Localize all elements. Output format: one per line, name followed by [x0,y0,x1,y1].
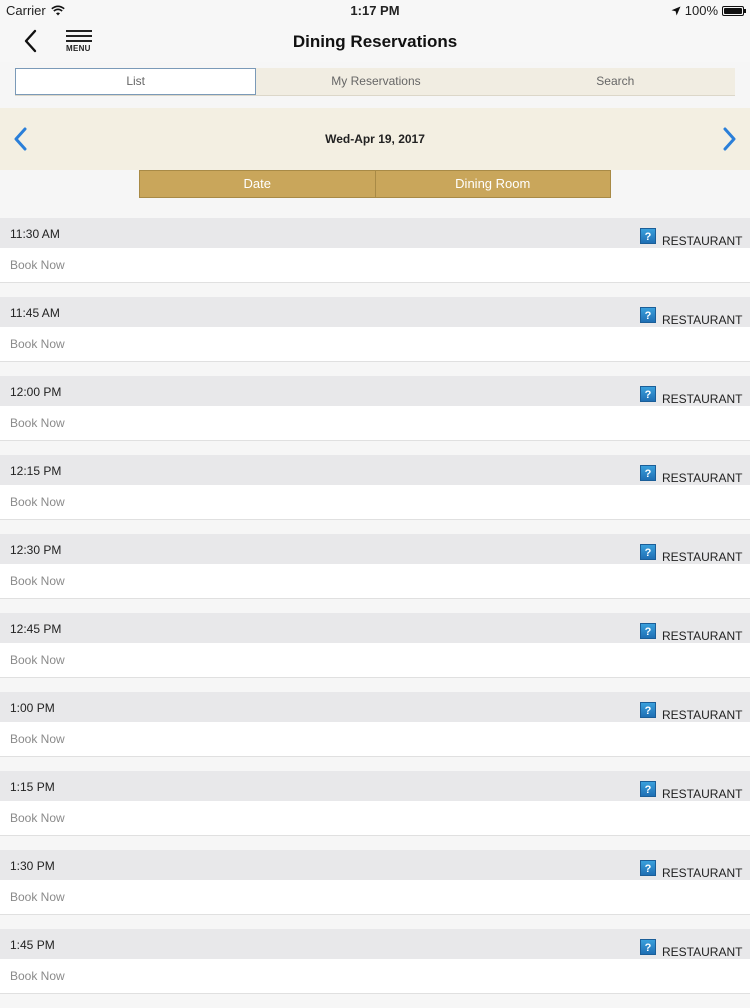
slot-dining-room: RESTAURANT [662,313,743,327]
reservation-slot: 1:45 PM ? RESTAURANT Book Now [0,929,750,1008]
slot-time: 11:45 AM [10,306,60,320]
page-title: Dining Reservations [292,32,458,51]
slot-body: Book Now [0,327,750,362]
slot-body: Book Now [0,564,750,599]
slot-body: Book Now [0,959,750,994]
reservation-slot: 1:00 PM ? RESTAURANT Book Now [0,692,750,771]
slot-header: 11:30 AM ? RESTAURANT [0,218,750,248]
battery-fill [724,7,742,14]
reservation-slot: 12:45 PM ? RESTAURANT Book Now [0,613,750,692]
location-arrow-icon [671,6,681,15]
slot-header: 12:15 PM ? RESTAURANT [0,455,750,485]
slot-body: Book Now [0,485,750,520]
slot-body: Book Now [0,801,750,836]
slot-dining-room: RESTAURANT [662,708,743,722]
reservation-slot: 12:00 PM ? RESTAURANT Book Now [0,376,750,455]
status-right: 100% [671,3,746,18]
question-mark-icon[interactable]: ? [640,939,656,955]
question-mark-icon[interactable]: ? [640,623,656,639]
slot-dining-room: RESTAURANT [662,629,743,643]
slot-dining-room: RESTAURANT [662,866,743,880]
segmented-control: List My Reservations Search [15,68,735,96]
slot-dining-room: RESTAURANT [662,471,743,485]
slot-header: 11:45 AM ? RESTAURANT [0,297,750,327]
slot-body: Book Now [0,880,750,915]
question-mark-icon[interactable]: ? [640,702,656,718]
slot-body: Book Now [0,248,750,283]
status-bar: Carrier 1:17 PM 100% [0,0,750,22]
battery-icon [722,5,746,16]
sort-buttons: Date Dining Room [139,170,611,198]
slot-time: 12:45 PM [10,622,62,636]
book-now-link[interactable]: Book Now [10,653,65,667]
question-mark-icon[interactable]: ? [640,860,656,876]
book-now-link[interactable]: Book Now [10,732,65,746]
selected-date: Wed-Apr 19, 2017 [325,132,425,146]
book-now-link[interactable]: Book Now [10,495,65,509]
question-mark-icon[interactable]: ? [640,465,656,481]
question-mark-icon[interactable]: ? [640,544,656,560]
question-mark-icon[interactable]: ? [640,307,656,323]
slot-time: 12:00 PM [10,385,62,399]
next-date-button[interactable] [719,125,739,153]
sort-by-date-button[interactable]: Date [140,171,375,197]
nav-bar: MENU Dining Reservations [0,22,750,63]
tab-list[interactable]: List [15,68,257,95]
slot-header: 1:15 PM ? RESTAURANT [0,771,750,801]
book-now-link[interactable]: Book Now [10,811,65,825]
book-now-link[interactable]: Book Now [10,258,65,272]
book-now-link[interactable]: Book Now [10,574,65,588]
slot-header: 1:00 PM ? RESTAURANT [0,692,750,722]
book-now-link[interactable]: Book Now [10,416,65,430]
reservation-slot: 11:30 AM ? RESTAURANT Book Now [0,218,750,297]
tabs-container: List My Reservations Search [0,62,750,108]
question-mark-icon[interactable]: ? [640,386,656,402]
status-time: 1:17 PM [350,3,400,18]
sort-by-dining-room-button[interactable]: Dining Room [374,171,611,197]
date-selector: Wed-Apr 19, 2017 [0,108,750,170]
reservation-slot-list: 11:30 AM ? RESTAURANT Book Now 11:45 AM … [0,218,750,1008]
slot-time: 11:30 AM [10,227,60,241]
slot-dining-room: RESTAURANT [662,787,743,801]
slot-body: Book Now [0,406,750,441]
reservation-slot: 1:30 PM ? RESTAURANT Book Now [0,850,750,929]
slot-dining-room: RESTAURANT [662,234,743,248]
slot-dining-room: RESTAURANT [662,392,743,406]
reservation-slot: 11:45 AM ? RESTAURANT Book Now [0,297,750,376]
slot-time: 1:15 PM [10,780,55,794]
book-now-link[interactable]: Book Now [10,337,65,351]
book-now-link[interactable]: Book Now [10,969,65,983]
slot-time: 1:00 PM [10,701,55,715]
slot-header: 1:30 PM ? RESTAURANT [0,850,750,880]
slot-time: 1:45 PM [10,938,55,952]
slot-header: 12:45 PM ? RESTAURANT [0,613,750,643]
question-mark-icon[interactable]: ? [640,781,656,797]
slot-time: 12:30 PM [10,543,62,557]
slot-header: 12:30 PM ? RESTAURANT [0,534,750,564]
slot-time: 1:30 PM [10,859,55,873]
slot-dining-room: RESTAURANT [662,550,743,564]
chevron-right-icon [723,127,736,151]
sort-container: Date Dining Room [0,170,750,218]
tab-my-reservations[interactable]: My Reservations [256,68,495,95]
tab-search[interactable]: Search [496,68,735,95]
slot-body: Book Now [0,722,750,757]
reservation-slot: 12:15 PM ? RESTAURANT Book Now [0,455,750,534]
reservation-slot: 12:30 PM ? RESTAURANT Book Now [0,534,750,613]
question-mark-icon[interactable]: ? [640,228,656,244]
reservation-slot: 1:15 PM ? RESTAURANT Book Now [0,771,750,850]
slot-time: 12:15 PM [10,464,62,478]
book-now-link[interactable]: Book Now [10,890,65,904]
slot-header: 12:00 PM ? RESTAURANT [0,376,750,406]
battery-percent: 100% [684,3,718,18]
slot-dining-room: RESTAURANT [662,945,743,959]
slot-header: 1:45 PM ? RESTAURANT [0,929,750,959]
slot-body: Book Now [0,643,750,678]
